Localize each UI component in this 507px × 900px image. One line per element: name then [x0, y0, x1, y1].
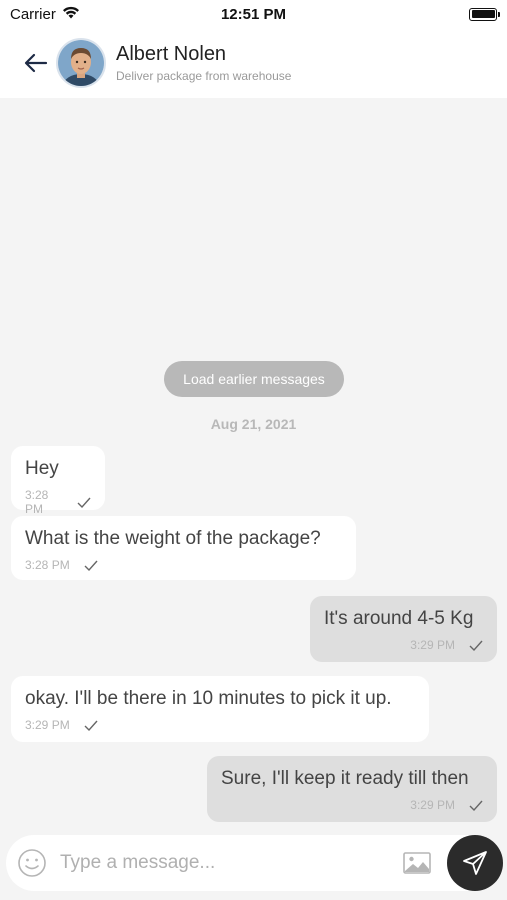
- contact-subtitle: Deliver package from warehouse: [116, 69, 292, 83]
- message-bubble-incoming[interactable]: okay. I'll be there in 10 minutes to pic…: [11, 676, 429, 742]
- arrow-left-icon: [24, 53, 48, 73]
- send-icon: [463, 851, 487, 875]
- check-icon: [84, 720, 98, 731]
- message-meta: 3:29 PM: [25, 718, 415, 732]
- header-text: Albert Nolen Deliver package from wareho…: [116, 43, 291, 83]
- message-time: 3:29 PM: [25, 718, 70, 732]
- check-icon: [469, 800, 483, 811]
- message-text: Sure, I'll keep it ready till then: [221, 768, 469, 789]
- message-composer: [6, 835, 503, 891]
- carrier-label: Carrier: [10, 5, 56, 23]
- message-meta: 3:28 PM: [25, 558, 342, 572]
- message-time: 3:28 PM: [25, 558, 70, 572]
- message-text: okay. I'll be there in 10 minutes to pic…: [25, 688, 392, 709]
- attach-image-button[interactable]: [402, 849, 432, 877]
- chat-header: Albert Nolen Deliver package from wareho…: [0, 28, 507, 98]
- smiley-icon: [18, 849, 46, 877]
- message-input[interactable]: [60, 843, 380, 883]
- status-bar: Carrier 12:51 PM: [0, 0, 507, 28]
- message-text: What is the weight of the package?: [25, 528, 321, 549]
- back-button[interactable]: [22, 49, 50, 77]
- status-left: Carrier: [10, 6, 80, 23]
- load-earlier-button[interactable]: Load earlier messages: [164, 361, 344, 397]
- wifi-icon: [62, 6, 80, 23]
- message-bubble-outgoing[interactable]: Sure, I'll keep it ready till then 3:29 …: [207, 756, 497, 822]
- message-time: 3:29 PM: [410, 638, 455, 652]
- message-meta: 3:29 PM: [221, 798, 483, 812]
- message-time: 3:29 PM: [410, 798, 455, 812]
- check-icon: [84, 560, 98, 571]
- message-meta: 3:28 PM: [25, 488, 91, 516]
- message-meta: 3:29 PM: [324, 638, 483, 652]
- avatar[interactable]: [56, 38, 106, 88]
- message-time: 3:28 PM: [25, 488, 49, 516]
- message-bubble-outgoing[interactable]: It's around 4-5 Kg 3:29 PM: [310, 596, 497, 662]
- image-icon: [403, 852, 431, 874]
- date-separator: Aug 21, 2021: [210, 416, 297, 432]
- check-icon: [469, 640, 483, 651]
- message-text: It's around 4-5 Kg: [324, 608, 474, 629]
- message-bubble-incoming[interactable]: What is the weight of the package? 3:28 …: [11, 516, 356, 580]
- message-text: Hey: [25, 458, 59, 479]
- send-button[interactable]: [447, 835, 503, 891]
- emoji-button[interactable]: [16, 847, 48, 879]
- message-bubble-incoming[interactable]: Hey 3:28 PM: [11, 446, 105, 516]
- battery-icon: [469, 7, 500, 21]
- check-icon: [77, 497, 91, 508]
- contact-name: Albert Nolen: [116, 43, 227, 65]
